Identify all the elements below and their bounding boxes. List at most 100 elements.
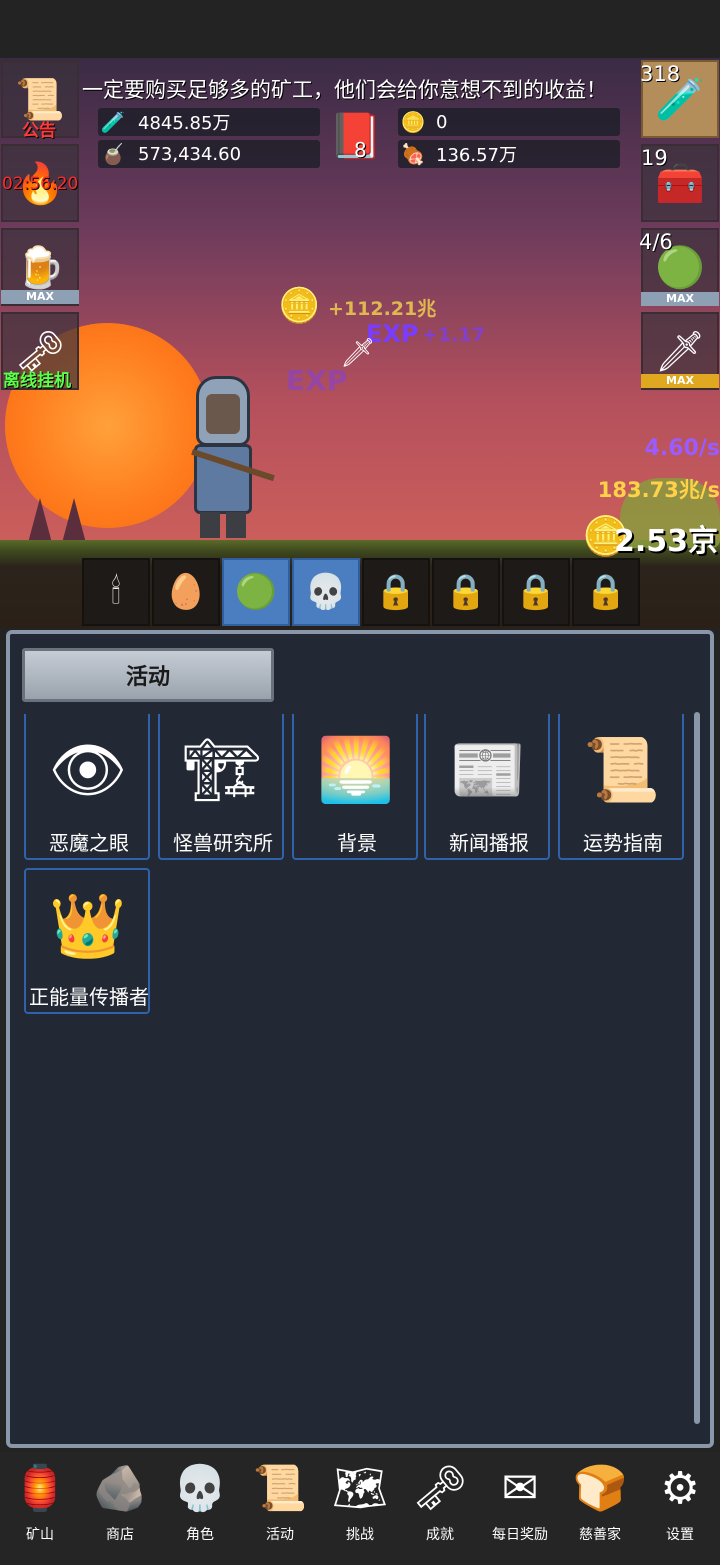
creature-slot[interactable]: 🕯 xyxy=(82,558,150,626)
activity-item[interactable]: 🏗 怪兽研究所 xyxy=(158,714,284,860)
locked-creature-slot[interactable]: 🔒 xyxy=(502,558,570,626)
activity-icon: 📜 xyxy=(583,733,661,806)
green-potion-resource: 🧉 573,434.60 xyxy=(98,140,320,168)
slime-count: 4/6 xyxy=(639,230,673,254)
chest-count: 19 xyxy=(641,146,668,170)
activity-label: 恶魔之眼 xyxy=(49,831,129,855)
nav-icon: 📜 xyxy=(252,1463,308,1514)
nav-label: 商店 xyxy=(106,1527,134,1543)
announcement-ticker: 一定要购买足够多的矿工，他们会给你意想不到的收益！ xyxy=(82,78,607,102)
activity-icon: 🏗 xyxy=(182,733,262,806)
nav-label: 角色 xyxy=(186,1527,214,1543)
panel-title: 活动 xyxy=(22,648,274,702)
creature-icon: 🥚 xyxy=(164,572,208,612)
activity-icon: 📰 xyxy=(449,733,527,806)
activity-item[interactable]: 📰 新闻播报 xyxy=(424,714,550,860)
nav-label: 活动 xyxy=(266,1527,294,1543)
game-scene: 🪙 +112.21兆 EXP +1.17 EXP 🗡 4.60/s 183.73… xyxy=(0,58,720,628)
coin-icon: 🪙 xyxy=(278,286,321,326)
nav-icon: 🏮 xyxy=(12,1463,68,1514)
nav-label: 慈善家 xyxy=(579,1527,621,1543)
notice-label: 公告 xyxy=(22,121,56,141)
coin-rate: 183.73兆/s xyxy=(597,478,720,502)
nav-icon: ⚙ xyxy=(660,1462,700,1514)
green-potion-value: 573,434.60 xyxy=(138,143,242,165)
silver-coin-value: 0 xyxy=(436,111,448,133)
nav-tab[interactable]: 🪨 商店 xyxy=(81,1452,159,1565)
lock-icon: 🔒 xyxy=(444,572,488,612)
coin-gain-text: +112.21兆 xyxy=(328,298,437,320)
activity-item[interactable]: 📜 运势指南 xyxy=(558,714,684,860)
activity-label: 正能量传播者 xyxy=(29,985,149,1009)
activity-icon: 👁 xyxy=(48,733,128,806)
total-coins: 2.53京 xyxy=(613,524,718,559)
nav-tab[interactable]: 📜 活动 xyxy=(241,1452,319,1565)
activity-item[interactable]: 🌅 背景 xyxy=(292,714,418,860)
blue-potion-icon: 🧪 xyxy=(100,110,126,134)
creature-slot[interactable]: 🥚 xyxy=(152,558,220,626)
locked-creature-slot[interactable]: 🔒 xyxy=(432,558,500,626)
mountain-silhouette xyxy=(62,498,86,543)
activity-icon: 🌅 xyxy=(317,733,395,806)
golden-sword-icon: 🗡 xyxy=(654,328,706,375)
blue-potion-value: 4845.85万 xyxy=(138,113,231,134)
nav-tab[interactable]: 🏮 矿山 xyxy=(1,1452,79,1565)
slime-max-tag: MAX xyxy=(641,292,719,306)
activity-label: 新闻播报 xyxy=(449,831,529,855)
exp-gain-text: +1.17 xyxy=(422,324,485,346)
locked-creature-slot[interactable]: 🔒 xyxy=(572,558,640,626)
activity-item[interactable]: 👁 恶魔之眼 xyxy=(24,714,150,860)
nav-icon: 🗺 xyxy=(332,1463,388,1514)
nav-tab[interactable]: 🗺 挑战 xyxy=(321,1452,399,1565)
meat-value: 136.57万 xyxy=(436,145,517,166)
creature-icon: 🟢 xyxy=(234,572,278,612)
creature-icon: 🕯 xyxy=(111,572,121,612)
sword-max-tag: MAX xyxy=(641,374,719,388)
activity-label: 怪兽研究所 xyxy=(173,831,273,855)
nav-icon: 🗝 xyxy=(412,1463,468,1514)
nav-icon: 🪨 xyxy=(92,1463,148,1514)
lock-icon: 🔒 xyxy=(374,572,418,612)
activity-icon: 👑 xyxy=(49,889,127,962)
nav-icon: ✉ xyxy=(501,1462,539,1514)
beer-max-tag: MAX xyxy=(1,290,79,304)
meat-icon: 🍖 xyxy=(400,142,426,166)
sword-icon: 🗡 xyxy=(340,336,376,369)
beer-icon: 🍺 xyxy=(15,244,65,291)
nav-tab[interactable]: ✉ 每日奖励 xyxy=(481,1452,559,1565)
nav-tab[interactable]: 🗝 成就 xyxy=(401,1452,479,1565)
nav-tab[interactable]: 🍞 慈善家 xyxy=(561,1452,639,1565)
blue-potion-resource: 🧪 4845.85万 xyxy=(98,108,320,136)
panel-scrollbar[interactable] xyxy=(694,712,700,1424)
bottom-navigation: 🏮 矿山 🪨 商店 💀 角色 📜 活动 🗺 挑战 🗝 成就 ✉ 每日奖励 🍞 慈善家 ⚙ 设置 xyxy=(0,1452,720,1565)
book-resource[interactable]: 📕 8 xyxy=(328,110,392,166)
nav-tab[interactable]: ⚙ 设置 xyxy=(641,1452,719,1565)
nav-label: 成就 xyxy=(426,1527,454,1543)
meat-resource: 🍖 136.57万 xyxy=(398,140,620,168)
creature-icon: 💀 xyxy=(304,572,348,612)
nav-label: 每日奖励 xyxy=(492,1527,548,1543)
activity-label: 背景 xyxy=(337,831,377,855)
activity-panel: 活动 👁 恶魔之眼 🏗 怪兽研究所 🌅 背景 📰 新闻播报 📜 运势指南 👑 正能量传播者 xyxy=(6,630,714,1448)
potion-count: 318 xyxy=(640,62,681,86)
nav-label: 挑战 xyxy=(346,1527,374,1543)
nav-tab[interactable]: 💀 角色 xyxy=(161,1452,239,1565)
mountain-silhouette xyxy=(28,498,52,543)
nav-label: 设置 xyxy=(666,1527,694,1543)
silver-coin-icon: 🪙 xyxy=(400,110,426,134)
torch-timer: 02:56:20 xyxy=(2,174,79,194)
locked-creature-slot[interactable]: 🔒 xyxy=(362,558,430,626)
offline-idle-label: 离线挂机 xyxy=(3,371,71,391)
exp-rate: 4.60/s xyxy=(644,436,720,461)
creature-slot[interactable]: 🟢 xyxy=(222,558,290,626)
creature-slot[interactable]: 💀 xyxy=(292,558,360,626)
green-potion-icon: 🧉 xyxy=(100,142,126,166)
activity-item[interactable]: 👑 正能量传播者 xyxy=(24,868,150,1014)
nav-icon: 💀 xyxy=(172,1463,228,1514)
exp-label-faded: EXP xyxy=(286,364,348,397)
nav-label: 矿山 xyxy=(26,1527,54,1543)
lock-icon: 🔒 xyxy=(584,572,628,612)
silver-coin-resource: 🪙 0 xyxy=(398,108,620,136)
book-count: 8 xyxy=(354,138,367,162)
lock-icon: 🔒 xyxy=(514,572,558,612)
